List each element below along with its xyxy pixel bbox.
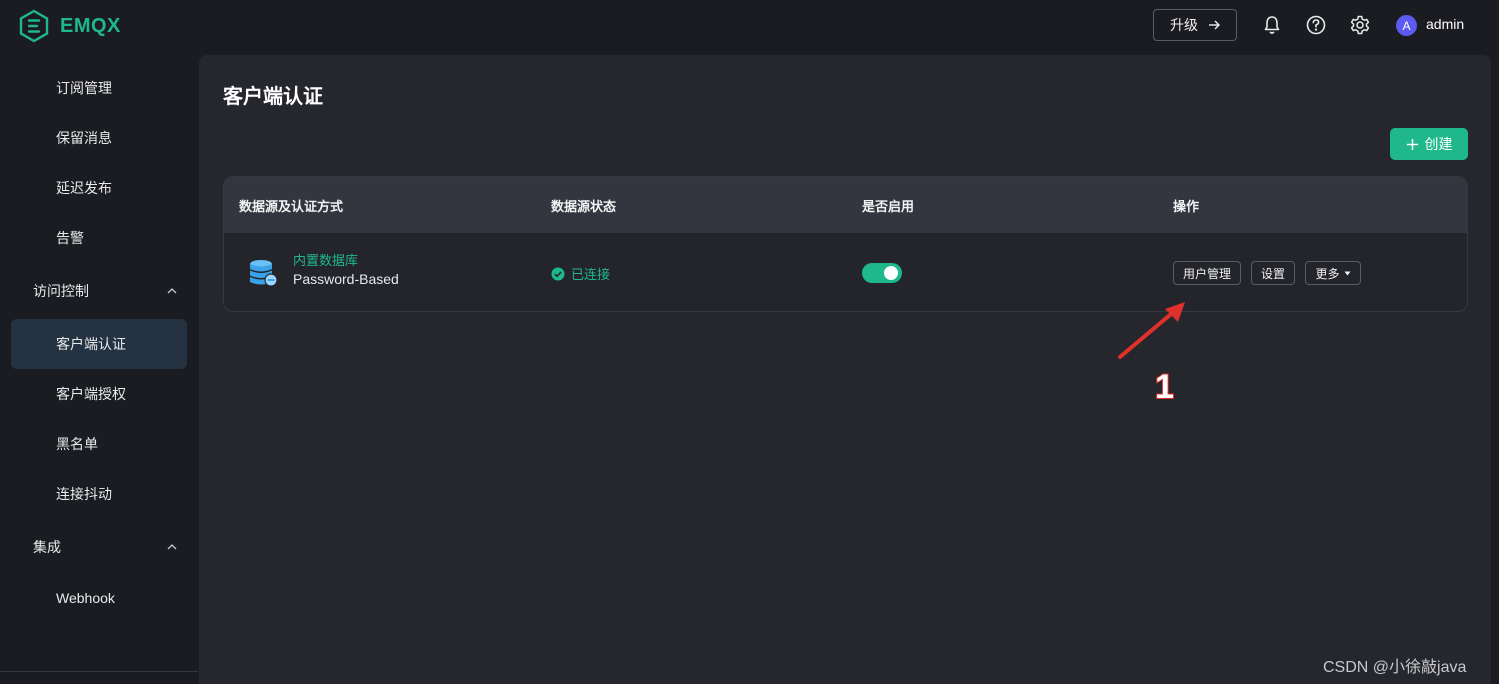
- auth-mechanism: Password-Based: [293, 271, 399, 287]
- column-header-datasource: 数据源及认证方式: [239, 200, 344, 215]
- username[interactable]: admin: [1426, 16, 1464, 32]
- column-header-status: 数据源状态: [551, 200, 617, 215]
- status-text: 已连接: [571, 268, 611, 283]
- chevron-up-icon[interactable]: [166, 543, 178, 551]
- column-header-enabled: 是否启用: [862, 200, 915, 215]
- create-button[interactable]: 创建: [1390, 128, 1468, 160]
- create-label: 创建: [1424, 136, 1453, 152]
- database-icon: [250, 260, 278, 287]
- sidebar-item-subscriptions[interactable]: 订阅管理: [56, 78, 112, 98]
- chevron-up-icon[interactable]: [166, 287, 178, 295]
- main-panel: 客户端认证 创建 数据源及认证方式 数据源状态 是否启用 操作 内置数据库 Pa…: [199, 55, 1491, 684]
- toggle-knob: [884, 266, 898, 280]
- sidebar-group-access-control[interactable]: 访问控制: [33, 281, 89, 301]
- table-header: 数据源及认证方式 数据源状态 是否启用 操作: [224, 177, 1467, 233]
- settings-button[interactable]: 设置: [1251, 261, 1295, 285]
- gear-icon[interactable]: [1349, 14, 1371, 36]
- user-management-button[interactable]: 用户管理: [1173, 261, 1241, 285]
- arrow-right-icon: [1209, 20, 1220, 30]
- sidebar-item-authentication[interactable]: 客户端认证: [56, 334, 126, 354]
- upgrade-label: 升级: [1170, 18, 1198, 34]
- upgrade-button[interactable]: 升级: [1153, 9, 1237, 41]
- annotation-arrow: [1118, 302, 1185, 359]
- caret-down-icon: [1344, 271, 1350, 275]
- enable-toggle[interactable]: [862, 263, 902, 283]
- emqx-logo-icon: [19, 9, 49, 43]
- sidebar: 订阅管理 保留消息 延迟发布 告警 访问控制 客户端认证 客户端授权 黑名单 连…: [0, 54, 198, 684]
- check-circle-icon: [551, 267, 565, 280]
- sidebar-item-authorization[interactable]: 客户端授权: [56, 384, 126, 404]
- column-header-actions: 操作: [1173, 200, 1200, 215]
- bell-icon[interactable]: [1261, 14, 1283, 36]
- user-management-label: 用户管理: [1182, 266, 1231, 281]
- datasource-name: 内置数据库: [293, 254, 359, 269]
- sidebar-item-delayed[interactable]: 延迟发布: [56, 178, 112, 198]
- sidebar-item-alarms[interactable]: 告警: [56, 228, 84, 248]
- sidebar-item-webhook[interactable]: Webhook: [56, 590, 115, 606]
- emqx-logo[interactable]: EMQX: [18, 9, 121, 43]
- help-icon[interactable]: [1305, 14, 1327, 36]
- more-button[interactable]: 更多: [1305, 261, 1361, 285]
- status-badge: 已连接: [551, 264, 610, 283]
- sidebar-item-blacklist[interactable]: 黑名单: [56, 434, 98, 454]
- sidebar-group-integration[interactable]: 集成: [33, 537, 61, 557]
- sidebar-item-retained[interactable]: 保留消息: [56, 128, 112, 148]
- app-name: EMQX: [60, 14, 121, 37]
- plus-icon: [1406, 138, 1418, 150]
- more-label: 更多: [1315, 266, 1340, 281]
- sidebar-divider: [0, 671, 198, 672]
- page-title: 客户端认证: [223, 84, 323, 108]
- settings-label: 设置: [1260, 266, 1285, 281]
- watermark: CSDN @小徐敲java: [1323, 659, 1467, 676]
- auth-table: 数据源及认证方式 数据源状态 是否启用 操作 内置数据库 Password-Ba…: [223, 176, 1468, 312]
- table-row: 内置数据库 Password-Based 已连接 用户管理 设置 更多: [224, 233, 1467, 311]
- top-bar: EMQX 升级 A admin: [0, 0, 1499, 54]
- annotation-number: 1: [1154, 367, 1175, 407]
- sidebar-item-flapping[interactable]: 连接抖动: [56, 484, 112, 504]
- avatar[interactable]: A: [1396, 15, 1417, 36]
